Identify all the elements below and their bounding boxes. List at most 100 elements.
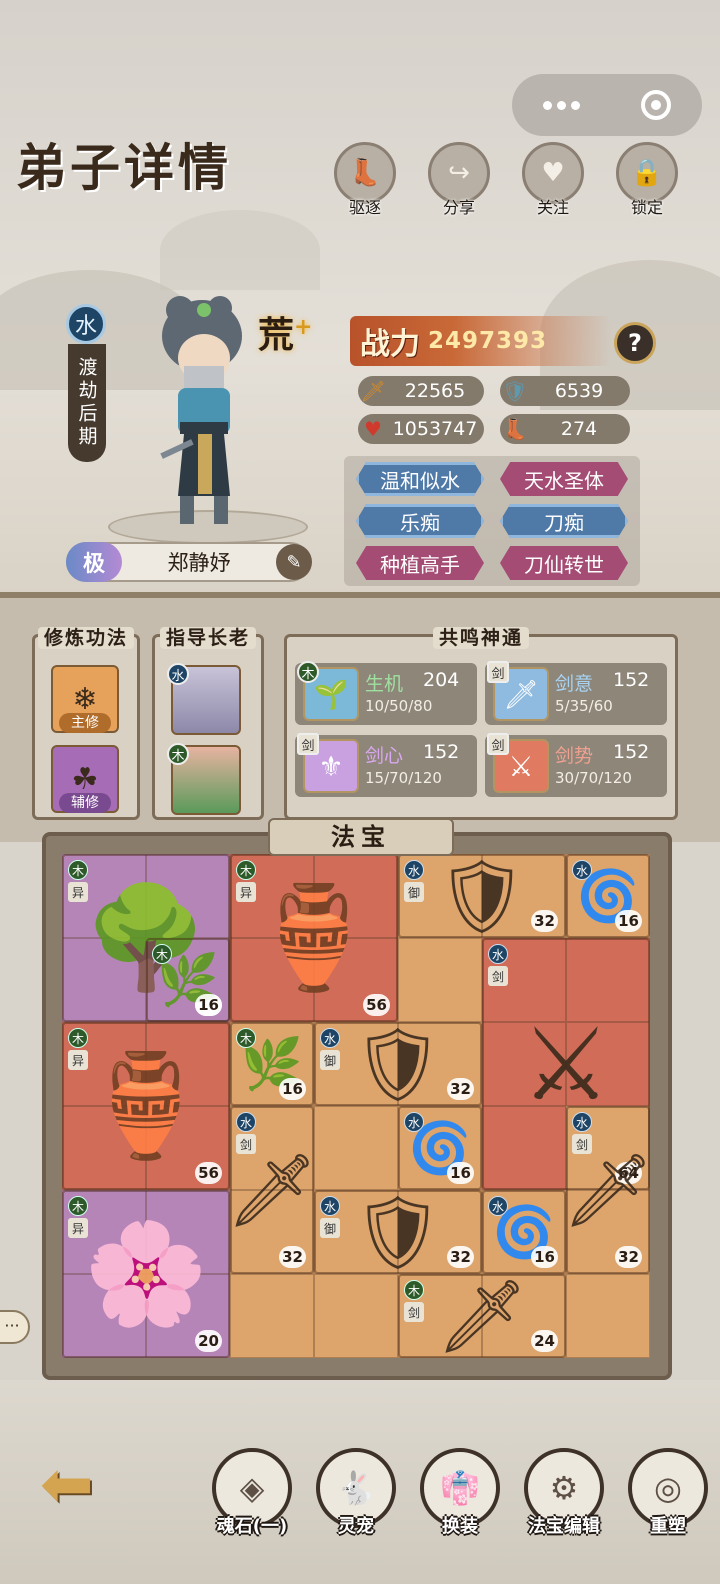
top-actions: 👢 驱逐 ↪ 分享 ♥ 关注 🔒 锁定 [332, 142, 680, 218]
trait-tag[interactable]: 温和似水 [356, 462, 484, 496]
treasure-tag: 异 [236, 882, 256, 902]
treasure-tag: 水 [236, 1112, 256, 1132]
treasure-item[interactable]: 🛡 水御 32 [314, 1190, 482, 1274]
rank-badge: 极 [66, 542, 122, 582]
treasure-tag: 木 [68, 1028, 88, 1048]
resonance-card[interactable]: 🗡 剑 剑意 152 5/35/60 [485, 661, 667, 725]
treasure-tag: 水 [320, 1028, 340, 1048]
treasure-count: 56 [195, 1162, 222, 1184]
resonance-card[interactable]: 🌱 木 生机 204 10/50/80 [295, 661, 477, 725]
treasure-item[interactable]: 🌸 木异 20 [62, 1190, 230, 1358]
disciple-name: 郑静妤 [167, 551, 231, 575]
treasure-count: 32 [447, 1246, 474, 1268]
trait-tag[interactable]: 种植高手 [356, 546, 484, 580]
treasure-tag: 水 [488, 944, 508, 964]
water-element-badge: 水 [167, 663, 189, 685]
jade-vase-icon: 🏺 [83, 1047, 209, 1164]
treasure-item[interactable]: 🏺 木异 56 [230, 854, 398, 1022]
purple-flower-icon: 🌸 [83, 1215, 209, 1332]
cultivation-panel: 修炼功法 ❄ 主修 ☘ 辅修 [32, 627, 140, 820]
more-menu-icon[interactable] [542, 100, 580, 110]
treasure-tag: 木 [68, 860, 88, 880]
treasure-tag: 木 [68, 1196, 88, 1216]
treasure-count: 16 [531, 1246, 558, 1268]
treasure-item[interactable]: 🗡 木剑 24 [398, 1274, 566, 1358]
aux-technique[interactable]: ☘ 辅修 [51, 745, 119, 813]
grid-cell [314, 1274, 398, 1358]
reshape-button[interactable]: ◎ 重塑 [624, 1448, 712, 1538]
trait-tag[interactable]: 乐痴 [356, 504, 484, 538]
elder-portrait[interactable]: 木 [167, 743, 241, 815]
treasure-count: 16 [615, 910, 642, 932]
treasure-tag: 剑 [488, 966, 508, 986]
rename-brush-icon[interactable]: ✎ [276, 544, 312, 580]
back-arrow-icon[interactable]: ⬅ [40, 1448, 126, 1526]
treasure-count: 24 [531, 1330, 558, 1352]
elder-portrait[interactable]: 水 [167, 663, 241, 735]
treasure-item[interactable]: 🛡 水御 32 [314, 1022, 482, 1106]
expel-button[interactable]: 👢 驱逐 [332, 142, 398, 218]
scroll-crystal-icon: ❄ [72, 681, 98, 717]
treasure-count: 32 [279, 1246, 306, 1268]
treasure-edit-button[interactable]: ⚙ 法宝编辑 [520, 1448, 608, 1538]
treasure-count: 16 [195, 994, 222, 1016]
treasure-tag: 御 [320, 1218, 340, 1238]
speed-stat: 👢 274 [500, 414, 630, 444]
miniprogram-capsule[interactable] [512, 74, 702, 136]
bottom-nav: ◈ 魂石(一) 🐇 灵宠 👘 换装 ⚙ 法宝编辑 ◎ 重塑 [208, 1448, 712, 1538]
treasure-count: 20 [195, 1330, 222, 1352]
treasure-tag: 异 [68, 1050, 88, 1070]
treasure-item[interactable]: 🛡 水御 32 [398, 854, 566, 938]
disciple-figure[interactable] [140, 296, 270, 536]
treasure-item[interactable]: 🌀 水 16 [566, 854, 650, 938]
treasure-item[interactable]: 🌿 木 16 [230, 1022, 314, 1106]
treasure-tag: 水 [572, 860, 592, 880]
treasure-item[interactable]: 🗡 水剑 32 [226, 1106, 318, 1274]
treasure-count: 32 [615, 1246, 642, 1268]
treasure-tag: 水 [572, 1112, 592, 1132]
trait-tag[interactable]: 天水圣体 [500, 462, 628, 496]
lock-button[interactable]: 🔒 锁定 [614, 142, 680, 218]
main-technique[interactable]: ❄ 主修 [51, 665, 119, 733]
grid-cell [566, 1274, 650, 1358]
resonance-panel: 共鸣神通 🌱 木 生机 204 10/50/80 🗡 剑 剑意 152 5/35… [284, 627, 678, 820]
treasure-item[interactable]: 🏺 木异 56 [62, 1022, 230, 1190]
trait-tag[interactable]: 刀痴 [500, 504, 628, 538]
ice-armor-icon: 🛡 [436, 853, 528, 938]
chat-bubble-icon[interactable]: ··· [0, 1310, 30, 1344]
treasure-item[interactable]: 🌀 水 16 [398, 1106, 482, 1190]
trait-tag[interactable]: 刀仙转世 [500, 546, 628, 580]
cultivation-realm: 渡劫后期 [68, 344, 106, 462]
close-miniprogram-icon[interactable] [641, 90, 672, 120]
treasure-tag: 剑 [404, 1302, 424, 1322]
attack-stat: 🗡 22565 [358, 376, 484, 406]
treasure-tag: 水 [488, 1196, 508, 1216]
soul-stone-button[interactable]: ◈ 魂石(一) [208, 1448, 296, 1538]
treasure-tag: 木 [152, 944, 172, 964]
treasure-tag: 御 [320, 1050, 340, 1070]
change-outfit-button[interactable]: 👘 换装 [416, 1448, 504, 1538]
treasure-count: 56 [363, 994, 390, 1016]
treasure-item[interactable]: 🗡 水剑 32 [562, 1106, 654, 1274]
resonance-card[interactable]: ⚔ 剑 剑势 152 30/70/120 [485, 733, 667, 797]
treasure-item[interactable]: 🌿 木 16 [146, 938, 230, 1022]
follow-button[interactable]: ♥ 关注 [520, 142, 586, 218]
treasure-tag: 御 [404, 882, 424, 902]
share-button[interactable]: ↪ 分享 [426, 142, 492, 218]
name-bar[interactable]: 极 郑静妤 ✎ [66, 542, 312, 582]
ice-blade-icon: 🗡 [562, 1147, 654, 1232]
treasure-tag: 剑 [572, 1134, 592, 1154]
treasure-count: 16 [447, 1162, 474, 1184]
elder-panel: 指导长老 水 木 [152, 627, 264, 820]
treasure-count: 16 [279, 1078, 306, 1100]
traits-panel: 温和似水 天水圣体 乐痴 刀痴 种植高手 刀仙转世 [344, 456, 640, 586]
treasure-item[interactable]: 🌀 水 16 [482, 1190, 566, 1274]
resonance-card[interactable]: ⚜ 剑 剑心 152 15/70/120 [295, 733, 477, 797]
treasure-tag: 水 [320, 1196, 340, 1216]
spirit-pet-button[interactable]: 🐇 灵宠 [312, 1448, 400, 1538]
ice-armor-icon: 🛡 [352, 1021, 444, 1106]
sword-hilt-icon: 🗡 [360, 379, 386, 403]
treasure-tag: 异 [68, 882, 88, 902]
help-icon[interactable]: ? [614, 322, 656, 364]
treasure-tag: 水 [404, 860, 424, 880]
